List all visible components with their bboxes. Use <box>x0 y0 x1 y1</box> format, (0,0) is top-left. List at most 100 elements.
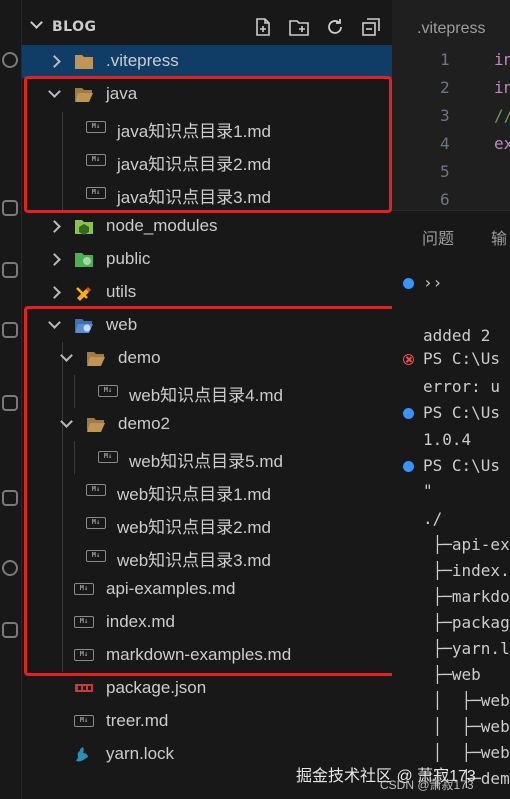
collapse-all-icon[interactable] <box>360 16 382 38</box>
explorer-header: BLOG <box>22 0 392 44</box>
terminal-line: PS C:\Us <box>423 403 501 422</box>
tree-item-utils[interactable]: utils <box>22 276 392 309</box>
terminal-line: ├─index. <box>423 561 510 580</box>
tree-item-web-md-5[interactable]: M↓ web知识点目录5.md <box>22 441 392 474</box>
refresh-icon[interactable] <box>324 16 346 38</box>
terminal-line: │ ├─web <box>423 691 510 710</box>
tree-item-api-examples[interactable]: M↓ api-examples.md <box>22 573 392 606</box>
new-file-icon[interactable] <box>252 16 274 38</box>
tree-item-label: utils <box>106 282 137 301</box>
tree-item-java-md-2[interactable]: M↓ java知识点目录2.md <box>22 144 392 177</box>
terminal-line: │ ├─web <box>423 717 510 736</box>
terminal-line: PS C:\Us <box>423 456 501 475</box>
info-dot-icon <box>403 278 414 289</box>
tab-output[interactable]: 输 <box>491 225 507 249</box>
chevron-right-icon <box>48 55 61 68</box>
chevron-down-icon[interactable] <box>30 16 43 29</box>
folder-open-icon <box>87 352 105 366</box>
line-number: 2 <box>440 78 450 97</box>
new-folder-icon[interactable] <box>288 16 310 38</box>
tree-item-java-md-3[interactable]: M↓ java知识点目录3.md <box>22 177 392 210</box>
tree-item-markdown-examples[interactable]: M↓ markdown-examples.md <box>22 639 392 672</box>
tree-item-label: .vitepress <box>106 51 179 70</box>
tree-item-java-md-1[interactable]: M↓ java知识点目录1.md <box>22 111 392 144</box>
chevron-down-icon <box>48 316 61 329</box>
chevron-right-icon <box>48 253 61 266</box>
markdown-icon: M↓ <box>86 121 106 133</box>
editor-tab[interactable]: .vitepress <box>417 20 485 38</box>
extensions-icon[interactable] <box>2 322 18 338</box>
web-folder-icon <box>75 319 93 333</box>
testing-icon[interactable] <box>2 490 18 506</box>
folder-open-icon <box>75 88 93 102</box>
tree-item-web-md-3[interactable]: M↓ web知识点目录3.md <box>22 540 392 573</box>
terminal-line: error: u <box>423 377 501 396</box>
tab-problems[interactable]: 问题 <box>422 225 454 249</box>
tree-item-vitepress[interactable]: .vitepress <box>22 45 392 78</box>
tree-item-label: web知识点目录5.md <box>129 452 283 471</box>
code-line[interactable]: ex <box>494 134 510 153</box>
terminal-panel: 问题 输 ›› added 2 PS C:\Us error: u PS C:\… <box>392 210 510 799</box>
tree-item-label: java知识点目录2.md <box>117 155 271 174</box>
error-icon <box>403 354 414 365</box>
markdown-icon: M↓ <box>86 154 106 166</box>
tree-item-demo2[interactable]: demo2 <box>22 408 392 441</box>
tree-item-web[interactable]: web <box>22 309 392 342</box>
markdown-icon: M↓ <box>86 517 106 529</box>
explorer-title: BLOG <box>52 19 97 35</box>
chevron-down-icon <box>60 349 73 362</box>
markdown-icon: M↓ <box>74 649 94 661</box>
terminal-line: │ ├─web <box>423 743 510 762</box>
npm-icon <box>75 684 93 692</box>
terminal-line: ├─packag <box>423 613 510 632</box>
tree-item-demo[interactable]: demo <box>22 342 392 375</box>
tree-item-label: web知识点目录1.md <box>117 485 271 504</box>
chevron-right-icon <box>48 220 61 233</box>
tree-item-treer-md[interactable]: M↓ treer.md <box>22 705 392 738</box>
tree-item-package-json[interactable]: package.json <box>22 672 392 705</box>
markdown-icon: M↓ <box>98 451 118 463</box>
folder-open-icon <box>87 418 105 432</box>
docker-icon[interactable] <box>2 622 18 638</box>
tree-item-label: java知识点目录3.md <box>117 188 271 207</box>
source-control-icon[interactable] <box>2 200 18 216</box>
tree-item-index-md[interactable]: M↓ index.md <box>22 606 392 639</box>
tree-item-label: treer.md <box>106 711 169 730</box>
terminal-line: 1.0.4 <box>423 430 472 449</box>
tree-item-label: yarn.lock <box>106 744 175 763</box>
code-line[interactable]: // <box>494 106 510 125</box>
tree-item-label: demo2 <box>118 414 170 433</box>
explorer-actions <box>252 16 382 38</box>
remote-explorer-icon[interactable] <box>2 395 18 411</box>
terminal-line: ./ <box>423 509 443 528</box>
line-number: 4 <box>440 134 450 153</box>
tree-item-label: index.md <box>106 612 175 631</box>
account-icon[interactable] <box>2 560 18 576</box>
search-icon[interactable] <box>2 52 18 68</box>
markdown-icon: M↓ <box>86 484 106 496</box>
markdown-icon: M↓ <box>74 616 94 628</box>
node-folder-icon <box>75 220 93 235</box>
yarn-icon <box>76 747 88 762</box>
chevron-down-icon <box>60 415 73 428</box>
tree-item-label: web知识点目录2.md <box>117 518 271 537</box>
tree-item-web-md-1[interactable]: M↓ web知识点目录1.md <box>22 474 392 507</box>
info-dot-icon <box>403 461 414 472</box>
terminal-line: ›› <box>423 273 443 292</box>
activity-bar <box>0 0 22 799</box>
code-line[interactable]: in <box>494 78 510 97</box>
markdown-icon: M↓ <box>86 187 106 199</box>
tree-item-label: java知识点目录1.md <box>117 122 271 141</box>
terminal-line: ├─api-ex <box>423 535 510 554</box>
code-line[interactable]: in <box>494 50 510 69</box>
tree-item-label: markdown-examples.md <box>106 645 292 664</box>
tree-item-web-md-4[interactable]: M↓ web知识点目录4.md <box>22 375 392 408</box>
tree-item-public[interactable]: public <box>22 243 392 276</box>
tree-item-node-modules[interactable]: node_modules <box>22 210 392 243</box>
run-debug-icon[interactable] <box>2 262 18 278</box>
tree-item-label: node_modules <box>106 216 218 235</box>
tree-item-web-md-2[interactable]: M↓ web知识点目录2.md <box>22 507 392 540</box>
markdown-icon: M↓ <box>74 715 94 727</box>
tree-item-java[interactable]: java <box>22 78 392 111</box>
line-number: 3 <box>440 106 450 125</box>
